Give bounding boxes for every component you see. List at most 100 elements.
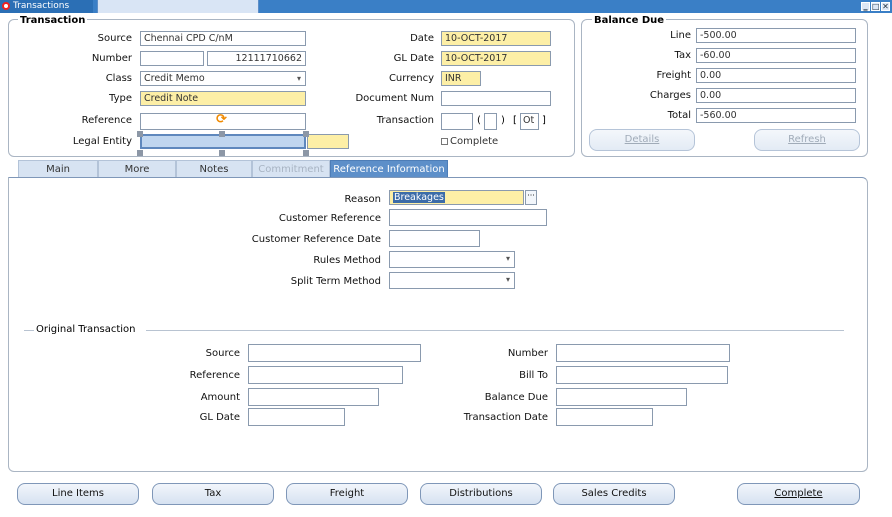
tax-value: -60.00: [696, 48, 856, 63]
currency-field[interactable]: INR: [441, 71, 481, 86]
legal-entity-extension-field[interactable]: [307, 134, 349, 149]
refresh-arrow-icon: ⟳: [216, 112, 227, 127]
transaction-field[interactable]: [441, 113, 473, 130]
class-value: Credit Memo: [144, 73, 205, 84]
tab-notes[interactable]: Notes: [176, 160, 252, 177]
transaction-paren-field[interactable]: [484, 113, 497, 130]
rules-method-label: Rules Method: [313, 255, 381, 266]
tab-notes-label: Notes: [199, 164, 229, 175]
orig-source-field[interactable]: [248, 344, 421, 362]
tax-button-label: Tax: [204, 488, 222, 499]
sales-credits-button-label: Sales Credits: [581, 488, 647, 499]
distributions-button[interactable]: Distributions: [420, 483, 542, 505]
reason-label: Reason: [344, 194, 381, 205]
paren-open: (: [477, 115, 481, 126]
orig-reference-field[interactable]: [248, 366, 403, 384]
customer-reference-field[interactable]: [389, 209, 547, 226]
selection-handle[interactable]: [137, 131, 143, 137]
window-title-tab: Transactions: [0, 0, 93, 13]
orig-bill-to-field[interactable]: [556, 366, 728, 384]
date-label: Date: [410, 33, 434, 44]
complete-checkbox-box[interactable]: [441, 137, 448, 145]
type-label: Type: [109, 93, 132, 104]
orig-gl-date-field[interactable]: [248, 408, 345, 426]
number-field[interactable]: 12111710662: [207, 51, 306, 66]
selection-handle[interactable]: [219, 131, 225, 137]
total-value: -560.00: [696, 108, 856, 123]
charges-value: 0.00: [696, 88, 856, 103]
orig-number-field[interactable]: [556, 344, 730, 362]
class-dropdown[interactable]: Credit Memo: [140, 71, 306, 86]
customer-reference-date-label: Customer Reference Date: [251, 234, 381, 245]
orig-transaction-date-field[interactable]: [556, 408, 653, 426]
tab-commitment-label: Commitment: [258, 164, 324, 175]
rules-method-dropdown[interactable]: [389, 251, 515, 268]
tax-button[interactable]: Tax: [152, 483, 274, 505]
gl-date-field[interactable]: 10-OCT-2017: [441, 51, 551, 66]
refresh-button[interactable]: Refresh: [754, 129, 860, 151]
transaction-label: Transaction: [376, 115, 434, 126]
freight-label: Freight: [656, 70, 691, 81]
orig-reference-label: Reference: [189, 370, 240, 381]
orig-bill-to-label: Bill To: [519, 370, 548, 381]
orig-gl-date-label: GL Date: [199, 412, 240, 423]
date-field[interactable]: 10-OCT-2017: [441, 31, 551, 46]
original-transaction-divider-left: [24, 330, 34, 331]
tab-more[interactable]: More: [98, 160, 176, 177]
tab-commitment: Commitment: [252, 160, 330, 177]
orig-balance-due-field[interactable]: [556, 388, 687, 406]
complete-button-label: Complete: [774, 488, 823, 499]
total-label: Total: [667, 110, 691, 121]
orig-amount-field[interactable]: [248, 388, 379, 406]
tab-main-label: Main: [46, 164, 70, 175]
complete-checkbox[interactable]: Complete: [441, 136, 498, 147]
line-items-button[interactable]: Line Items: [17, 483, 139, 505]
customer-reference-date-field[interactable]: [389, 230, 480, 247]
freight-button[interactable]: Freight: [286, 483, 408, 505]
source-field[interactable]: Chennai CPD C/nM: [140, 31, 306, 46]
number-label: Number: [91, 53, 132, 64]
details-button[interactable]: Details: [589, 129, 695, 151]
orig-amount-label: Amount: [200, 392, 240, 403]
original-transaction-title: Original Transaction: [36, 324, 136, 335]
window-title: Transactions: [13, 1, 70, 11]
paren-close: ): [501, 115, 505, 126]
selection-handle[interactable]: [137, 150, 143, 156]
selection-handle[interactable]: [303, 131, 309, 137]
list-of-values-icon[interactable]: ···: [525, 190, 537, 205]
line-label: Line: [670, 30, 691, 41]
complete-checkbox-label: Complete: [450, 136, 499, 147]
maximize-icon[interactable]: □: [871, 2, 880, 11]
document-num-label: Document Num: [355, 93, 434, 104]
legal-entity-label: Legal Entity: [72, 136, 132, 147]
tax-label: Tax: [674, 50, 692, 61]
close-icon[interactable]: ✕: [881, 2, 890, 11]
orig-balance-due-label: Balance Due: [484, 392, 548, 403]
line-items-button-label: Line Items: [52, 488, 104, 499]
charges-label: Charges: [649, 90, 691, 101]
class-label: Class: [105, 73, 132, 84]
number-prefix-field[interactable]: [140, 51, 204, 66]
refresh-button-label: Refresh: [788, 134, 826, 145]
minimize-icon[interactable]: ‗: [861, 2, 870, 11]
type-field[interactable]: Credit Note: [140, 91, 306, 106]
source-label: Source: [97, 33, 132, 44]
reason-field[interactable]: Breakages: [389, 190, 524, 205]
document-num-field[interactable]: [441, 91, 551, 106]
tab-main[interactable]: Main: [18, 160, 98, 177]
freight-value: 0.00: [696, 68, 856, 83]
line-value: -500.00: [696, 28, 856, 43]
transaction-bracket-field[interactable]: Ot: [520, 113, 539, 130]
orig-source-label: Source: [205, 348, 240, 359]
sales-credits-button[interactable]: Sales Credits: [553, 483, 675, 505]
original-transaction-divider: [146, 330, 844, 331]
orig-transaction-date-label: Transaction Date: [463, 412, 548, 423]
selection-handle[interactable]: [219, 150, 225, 156]
selection-handle[interactable]: [303, 150, 309, 156]
complete-button[interactable]: Complete: [737, 483, 860, 505]
tab-reference-information[interactable]: Reference Information: [330, 160, 448, 177]
bracket-open: [: [513, 115, 517, 126]
oracle-app-icon: [2, 1, 10, 10]
reason-value: Breakages: [393, 192, 445, 203]
split-term-method-dropdown[interactable]: [389, 272, 515, 289]
